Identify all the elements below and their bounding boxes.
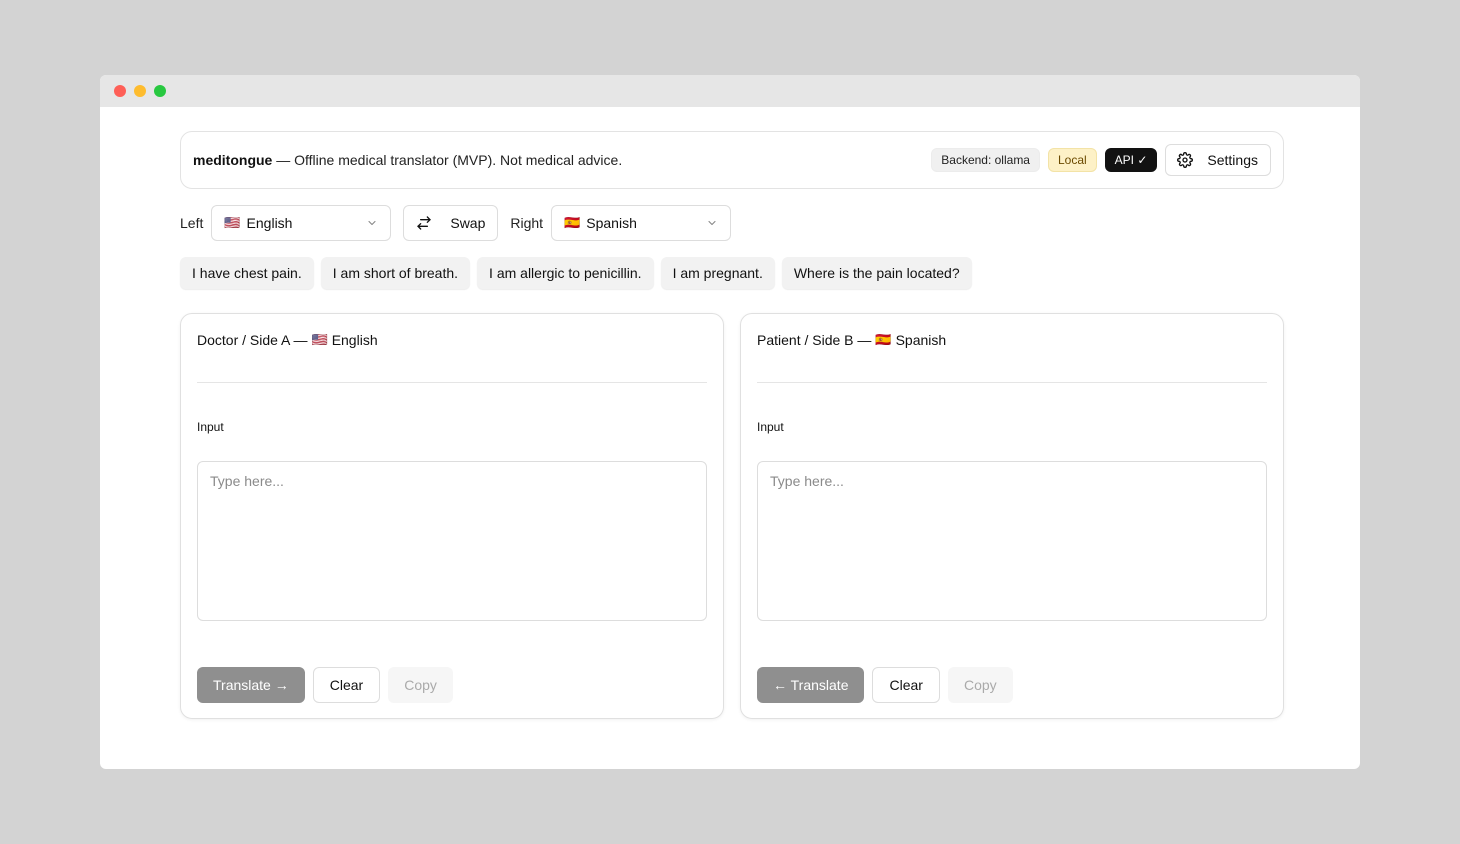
panel-title-text: Doctor / Side A — [197, 332, 308, 348]
us-flag-icon: 🇺🇸 [311, 332, 328, 347]
patient-input[interactable] [757, 461, 1267, 621]
minimize-window-button[interactable] [134, 85, 146, 97]
left-language-value: English [246, 215, 293, 231]
phrase-chip[interactable]: Where is the pain located? [781, 257, 972, 289]
chevron-down-icon [706, 217, 718, 229]
copy-button[interactable]: Copy [947, 667, 1013, 703]
panel-actions: ← Translate Clear Copy [757, 667, 1013, 703]
divider [757, 382, 1267, 383]
swap-label: Swap [450, 215, 486, 231]
left-language-select[interactable]: 🇺🇸 English [211, 205, 392, 241]
spain-flag-icon: 🇪🇸 [564, 215, 581, 230]
phrase-chip[interactable]: I am short of breath. [320, 257, 471, 289]
chevron-down-icon [366, 217, 378, 229]
copy-button[interactable]: Copy [388, 667, 453, 703]
left-language-label: Left [180, 215, 204, 231]
quick-phrases: I have chest pain. I am short of breath.… [180, 257, 1284, 289]
phrase-chip[interactable]: I have chest pain. [180, 257, 314, 289]
backend-badge: Backend: ollama [931, 148, 1040, 172]
gear-icon [1177, 152, 1194, 168]
app-window: meditongue — Offline medical translator … [100, 75, 1360, 769]
input-label: Input [197, 420, 224, 434]
maximize-window-button[interactable] [154, 85, 166, 97]
title-bar [100, 75, 1360, 107]
translate-button[interactable]: ← Translate [757, 667, 865, 703]
phrase-chip[interactable]: I am pregnant. [660, 257, 775, 289]
header-actions: Backend: ollama Local API ✓ Settings [931, 144, 1271, 176]
right-language-value: Spanish [586, 215, 637, 231]
clear-button[interactable]: Clear [312, 667, 381, 703]
divider [197, 382, 707, 383]
app-header: meditongue — Offline medical translator … [180, 131, 1284, 189]
brand-tagline: — Offline medical translator (MVP). Not … [272, 152, 623, 168]
panel-language: Spanish [895, 332, 947, 348]
doctor-panel: Doctor / Side A — 🇺🇸 English Input Trans… [180, 313, 724, 719]
main-content: meditongue — Offline medical translator … [180, 131, 1284, 719]
input-label: Input [757, 420, 784, 434]
language-bar: Left 🇺🇸 English Swap Right 🇪🇸 Spanish [180, 205, 1284, 241]
api-status-badge: API ✓ [1104, 148, 1158, 172]
settings-label: Settings [1207, 152, 1258, 168]
swap-arrows-icon [416, 215, 432, 231]
spain-flag-icon: 🇪🇸 [875, 332, 892, 347]
panel-language: English [331, 332, 378, 348]
app-brand: meditongue — Offline medical translator … [193, 152, 622, 168]
settings-button[interactable]: Settings [1165, 144, 1271, 176]
translation-panels: Doctor / Side A — 🇺🇸 English Input Trans… [180, 313, 1284, 719]
brand-name: meditongue [193, 152, 273, 168]
us-flag-icon: 🇺🇸 [224, 215, 241, 230]
panel-title: Doctor / Side A — 🇺🇸 English [197, 330, 707, 350]
translate-button[interactable]: Translate → [197, 667, 305, 703]
local-badge: Local [1047, 148, 1097, 172]
patient-panel: Patient / Side B — 🇪🇸 Spanish Input ← Tr… [740, 313, 1284, 719]
swap-button[interactable]: Swap [403, 205, 499, 241]
doctor-input[interactable] [197, 461, 707, 621]
panel-actions: Translate → Clear Copy [197, 667, 453, 703]
right-language-label: Right [510, 215, 544, 231]
panel-title-text: Patient / Side B — [757, 332, 872, 348]
panel-title: Patient / Side B — 🇪🇸 Spanish [757, 330, 1267, 350]
phrase-chip[interactable]: I am allergic to penicillin. [477, 257, 654, 289]
clear-button[interactable]: Clear [872, 667, 940, 703]
right-language-select[interactable]: 🇪🇸 Spanish [551, 205, 732, 241]
close-window-button[interactable] [114, 85, 126, 97]
